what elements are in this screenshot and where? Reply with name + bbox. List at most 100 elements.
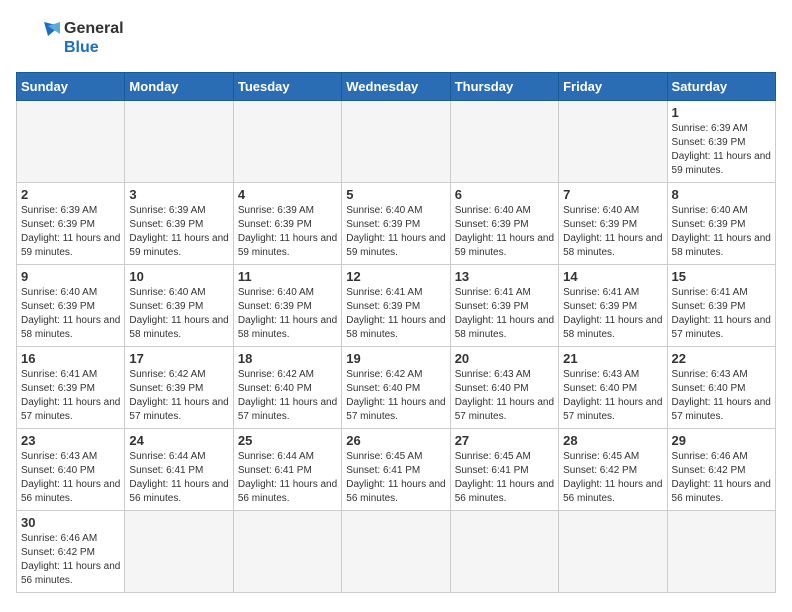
calendar-cell: [17, 101, 125, 183]
day-info: Sunrise: 6:41 AMSunset: 6:39 PMDaylight:…: [21, 368, 120, 424]
day-info: Sunrise: 6:44 AMSunset: 6:41 PMDaylight:…: [129, 450, 228, 506]
day-info: Sunrise: 6:46 AMSunset: 6:42 PMDaylight:…: [672, 450, 771, 506]
weekday-header-friday: Friday: [559, 73, 667, 101]
calendar-cell: [559, 511, 667, 593]
day-number: 21: [563, 351, 662, 366]
calendar-cell: 30Sunrise: 6:46 AMSunset: 6:42 PMDayligh…: [17, 511, 125, 593]
calendar-cell: 25 Sunrise: 6:44 AMSunset: 6:41 PMDayligh…: [233, 429, 341, 511]
day-number: 15: [672, 269, 771, 284]
day-number: 17: [129, 351, 228, 366]
day-number: 30: [21, 515, 120, 530]
logo-bird-icon: [16, 16, 60, 60]
day-number: 25: [238, 433, 337, 448]
day-number: 3: [129, 187, 228, 202]
day-number: 1: [672, 105, 771, 120]
day-number: 18: [238, 351, 337, 366]
calendar-cell: 3 Sunrise: 6:39 AMSunset: 6:39 PMDaylight…: [125, 183, 233, 265]
weekday-header-thursday: Thursday: [450, 73, 558, 101]
day-info: Sunrise: 6:41 AMSunset: 6:39 PMDaylight:…: [455, 286, 554, 342]
day-info: Sunrise: 6:40 AMSunset: 6:39 PMDaylight:…: [238, 286, 337, 342]
day-number: 7: [563, 187, 662, 202]
day-number: 20: [455, 351, 554, 366]
calendar-cell: [559, 101, 667, 183]
calendar-cell: 21 Sunrise: 6:43 AMSunset: 6:40 PMDayligh…: [559, 347, 667, 429]
calendar-cell: 7 Sunrise: 6:40 AMSunset: 6:39 PMDaylight…: [559, 183, 667, 265]
calendar-cell: [342, 511, 450, 593]
day-info: Sunrise: 6:44 AMSunset: 6:41 PMDaylight:…: [238, 450, 337, 506]
calendar-cell: [342, 101, 450, 183]
day-info: Sunrise: 6:39 AMSunset: 6:39 PMDaylight:…: [129, 204, 228, 260]
day-number: 22: [672, 351, 771, 366]
calendar-cell: 19 Sunrise: 6:42 AMSunset: 6:40 PMDayligh…: [342, 347, 450, 429]
day-info: Sunrise: 6:41 AMSunset: 6:39 PMDaylight:…: [346, 286, 445, 342]
weekday-header-saturday: Saturday: [667, 73, 775, 101]
day-info: Sunrise: 6:39 AMSunset: 6:39 PMDaylight:…: [238, 204, 337, 260]
calendar-cell: 18Sunrise: 6:42 AMSunset: 6:40 PMDayligh…: [233, 347, 341, 429]
day-info: Sunrise: 6:42 AMSunset: 6:39 PMDaylight:…: [129, 368, 228, 424]
logo-general: General: [64, 19, 124, 38]
calendar-cell: 1 Sunrise: 6:39 AMSunset: 6:39 PMDaylight…: [667, 101, 775, 183]
day-number: 9: [21, 269, 120, 284]
calendar-cell: [125, 511, 233, 593]
calendar-cell: 16 Sunrise: 6:41 AMSunset: 6:39 PMDayligh…: [17, 347, 125, 429]
page-header: General Blue: [16, 16, 776, 60]
calendar-table: SundayMondayTuesdayWednesdayThursdayFrid…: [16, 72, 776, 593]
day-number: 5: [346, 187, 445, 202]
logo-container: General Blue: [16, 16, 124, 60]
day-number: 26: [346, 433, 445, 448]
calendar-cell: 29Sunrise: 6:46 AMSunset: 6:42 PMDayligh…: [667, 429, 775, 511]
day-number: 4: [238, 187, 337, 202]
logo: General Blue: [16, 16, 124, 60]
day-info: Sunrise: 6:45 AMSunset: 6:42 PMDaylight:…: [563, 450, 662, 506]
calendar-cell: [233, 511, 341, 593]
day-number: 16: [21, 351, 120, 366]
day-number: 19: [346, 351, 445, 366]
calendar-cell: 12 Sunrise: 6:41 AMSunset: 6:39 PMDayligh…: [342, 265, 450, 347]
calendar-cell: 23 Sunrise: 6:43 AMSunset: 6:40 PMDayligh…: [17, 429, 125, 511]
day-info: Sunrise: 6:40 AMSunset: 6:39 PMDaylight:…: [346, 204, 445, 260]
calendar-cell: 22Sunrise: 6:43 AMSunset: 6:40 PMDayligh…: [667, 347, 775, 429]
calendar-week-row: 2 Sunrise: 6:39 AMSunset: 6:39 PMDaylight…: [17, 183, 776, 265]
calendar-cell: 9 Sunrise: 6:40 AMSunset: 6:39 PMDaylight…: [17, 265, 125, 347]
calendar-cell: 27Sunrise: 6:45 AMSunset: 6:41 PMDayligh…: [450, 429, 558, 511]
day-info: Sunrise: 6:39 AMSunset: 6:39 PMDaylight:…: [672, 122, 771, 178]
day-info: Sunrise: 6:40 AMSunset: 6:39 PMDaylight:…: [129, 286, 228, 342]
day-info: Sunrise: 6:40 AMSunset: 6:39 PMDaylight:…: [672, 204, 771, 260]
day-number: 24: [129, 433, 228, 448]
calendar-cell: 14Sunrise: 6:41 AMSunset: 6:39 PMDayligh…: [559, 265, 667, 347]
calendar-cell: [125, 101, 233, 183]
day-info: Sunrise: 6:43 AMSunset: 6:40 PMDaylight:…: [455, 368, 554, 424]
calendar-cell: [450, 101, 558, 183]
calendar-cell: 11Sunrise: 6:40 AMSunset: 6:39 PMDayligh…: [233, 265, 341, 347]
calendar-cell: 17 Sunrise: 6:42 AMSunset: 6:39 PMDayligh…: [125, 347, 233, 429]
day-number: 8: [672, 187, 771, 202]
day-number: 12: [346, 269, 445, 284]
day-info: Sunrise: 6:45 AMSunset: 6:41 PMDaylight:…: [346, 450, 445, 506]
weekday-header-sunday: Sunday: [17, 73, 125, 101]
calendar-cell: [667, 511, 775, 593]
logo-blue: Blue: [64, 38, 124, 57]
weekday-header-wednesday: Wednesday: [342, 73, 450, 101]
calendar-cell: 10 Sunrise: 6:40 AMSunset: 6:39 PMDayligh…: [125, 265, 233, 347]
weekday-header-tuesday: Tuesday: [233, 73, 341, 101]
day-info: Sunrise: 6:40 AMSunset: 6:39 PMDaylight:…: [563, 204, 662, 260]
day-info: Sunrise: 6:43 AMSunset: 6:40 PMDaylight:…: [21, 450, 120, 506]
calendar-week-row: 9 Sunrise: 6:40 AMSunset: 6:39 PMDaylight…: [17, 265, 776, 347]
day-info: Sunrise: 6:40 AMSunset: 6:39 PMDaylight:…: [21, 286, 120, 342]
day-number: 2: [21, 187, 120, 202]
day-number: 27: [455, 433, 554, 448]
calendar-cell: [233, 101, 341, 183]
day-info: Sunrise: 6:41 AMSunset: 6:39 PMDaylight:…: [672, 286, 771, 342]
calendar-cell: 4 Sunrise: 6:39 AMSunset: 6:39 PMDaylight…: [233, 183, 341, 265]
day-number: 28: [563, 433, 662, 448]
day-number: 23: [21, 433, 120, 448]
calendar-cell: 2Sunrise: 6:39 AMSunset: 6:39 PMDaylight…: [17, 183, 125, 265]
day-info: Sunrise: 6:42 AMSunset: 6:40 PMDaylight:…: [346, 368, 445, 424]
day-number: 6: [455, 187, 554, 202]
calendar-cell: 20 Sunrise: 6:43 AMSunset: 6:40 PMDayligh…: [450, 347, 558, 429]
day-info: Sunrise: 6:43 AMSunset: 6:40 PMDaylight:…: [563, 368, 662, 424]
day-number: 10: [129, 269, 228, 284]
weekday-header-monday: Monday: [125, 73, 233, 101]
calendar-cell: 15 Sunrise: 6:41 AMSunset: 6:39 PMDayligh…: [667, 265, 775, 347]
calendar-cell: 26 Sunrise: 6:45 AMSunset: 6:41 PMDayligh…: [342, 429, 450, 511]
